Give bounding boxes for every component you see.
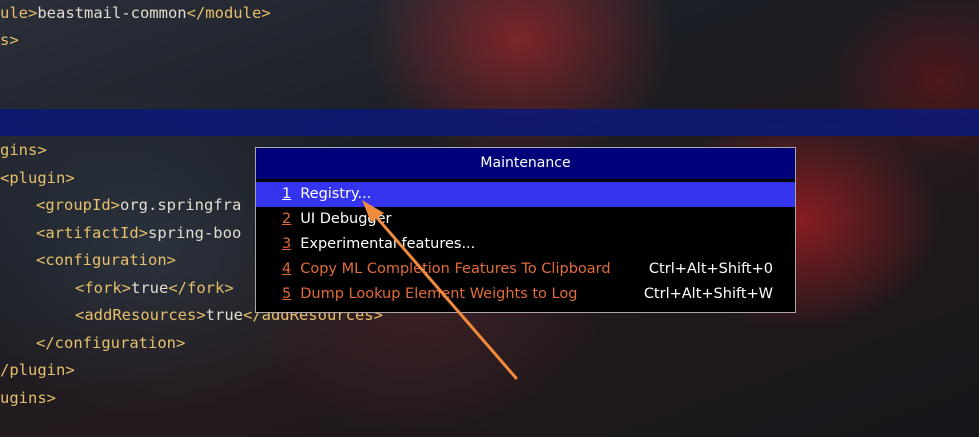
xml-tag: gins> [0, 141, 47, 159]
code-line[interactable]: ule>beastmail-common</module> [0, 0, 271, 27]
xml-tag: </module> [186, 4, 271, 22]
xml-value: beastmail-common [37, 4, 187, 22]
xml-value: org.springfra [120, 196, 242, 214]
xml-value: true [131, 279, 169, 297]
menu-item-dump-lookup-weights[interactable]: 5 Dump Lookup Element Weights to Log Ctrl… [256, 282, 795, 307]
xml-tag: </fork> [168, 279, 234, 297]
menu-item-label: Copy ML Completion Features To Clipboard [300, 261, 611, 277]
xml-tag: </configuration> [36, 334, 186, 352]
xml-tag: <artifactId> [36, 224, 148, 242]
xml-tag: <fork> [75, 279, 131, 297]
menu-item-number: 4 [282, 261, 292, 277]
code-line[interactable]: <groupId>org.springfra [36, 192, 241, 219]
menu-item-registry[interactable]: 1 Registry... [256, 182, 795, 207]
xml-tag: ule> [0, 4, 38, 22]
code-line[interactable]: <plugin> [0, 165, 75, 192]
menu-item-shortcut: Ctrl+Alt+Shift+0 [648, 261, 773, 277]
menu-item-label: Dump Lookup Element Weights to Log [300, 286, 578, 302]
menu-item-ui-debugger[interactable]: 2 UI Debugger [256, 207, 795, 232]
menu-item-label: Experimental features... [300, 236, 476, 252]
popup-title: Maintenance [256, 148, 795, 179]
xml-tag: /plugin> [0, 361, 75, 379]
code-line[interactable]: s> [0, 27, 19, 54]
menu-item-label: Registry... [300, 186, 372, 202]
xml-tag: <groupId> [36, 196, 120, 214]
editor-current-line-highlight [0, 109, 979, 136]
menu-item-number: 1 [282, 186, 292, 202]
code-line[interactable]: <fork>true</fork> [75, 275, 234, 302]
xml-tag: <plugin> [0, 169, 75, 187]
menu-item-number: 2 [282, 211, 292, 227]
code-line[interactable]: </configuration> [36, 330, 185, 357]
menu-item-shortcut: Ctrl+Alt+Shift+W [643, 286, 773, 302]
code-line[interactable]: <artifactId>spring-boo [36, 220, 241, 247]
xml-value: true [205, 306, 243, 324]
xml-tag: <addResources> [75, 306, 206, 324]
maintenance-popup: Maintenance 1 Registry... 2 UI Debugger 3E… [255, 147, 796, 313]
menu-item-number: 5 [282, 286, 292, 302]
menu-item-label: UI Debugger [300, 211, 392, 227]
code-line[interactable]: <configuration> [36, 247, 176, 274]
menu-item-copy-ml-completion[interactable]: 4 Copy ML Completion Features To Clipboar… [256, 257, 795, 282]
xml-tag: s> [0, 31, 19, 49]
code-line[interactable]: /plugin> [0, 357, 75, 384]
xml-tag: ugins> [0, 389, 56, 407]
menu-item-number: 3 [282, 236, 292, 252]
xml-value: spring-boo [147, 224, 242, 242]
xml-tag: <configuration> [36, 251, 176, 269]
code-line[interactable]: gins> [0, 137, 47, 164]
code-line[interactable]: ugins> [0, 385, 56, 412]
menu-item-experimental-features[interactable]: 3 Experimental features... [256, 232, 795, 257]
